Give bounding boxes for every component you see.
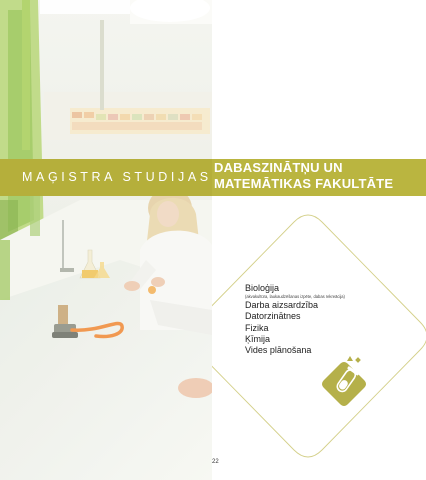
program-item: Vides plānošana xyxy=(245,345,312,356)
program-item: Fizika xyxy=(245,322,269,333)
program-list: Bioloģija (akvakultūra, laukaudzēšanas i… xyxy=(245,283,415,356)
section-subtitle: MAĢISTRA STUDIJAS xyxy=(22,170,212,184)
page-number: 22 xyxy=(212,459,219,465)
program-item: Darba aizsardzība xyxy=(245,300,319,311)
faculty-title: DABASZINĀTŅU UN MATEMĀTIKAS FAKULTĀTE xyxy=(214,160,424,192)
test-tube-icon xyxy=(318,356,370,408)
faculty-title-line2: MATEMĀTIKAS FAKULTĀTE xyxy=(214,176,394,191)
program-item: Ķīmija xyxy=(245,333,271,344)
program-item: Bioloģija xyxy=(245,283,280,293)
brochure-page: MAĢISTRA STUDIJAS DABASZINĀTŅU UN MATEMĀ… xyxy=(0,0,426,480)
faculty-title-line1: DABASZINĀTŅU UN xyxy=(214,160,343,175)
laboratory-photo xyxy=(0,0,212,480)
program-item: Datorzinātnes xyxy=(245,311,301,322)
